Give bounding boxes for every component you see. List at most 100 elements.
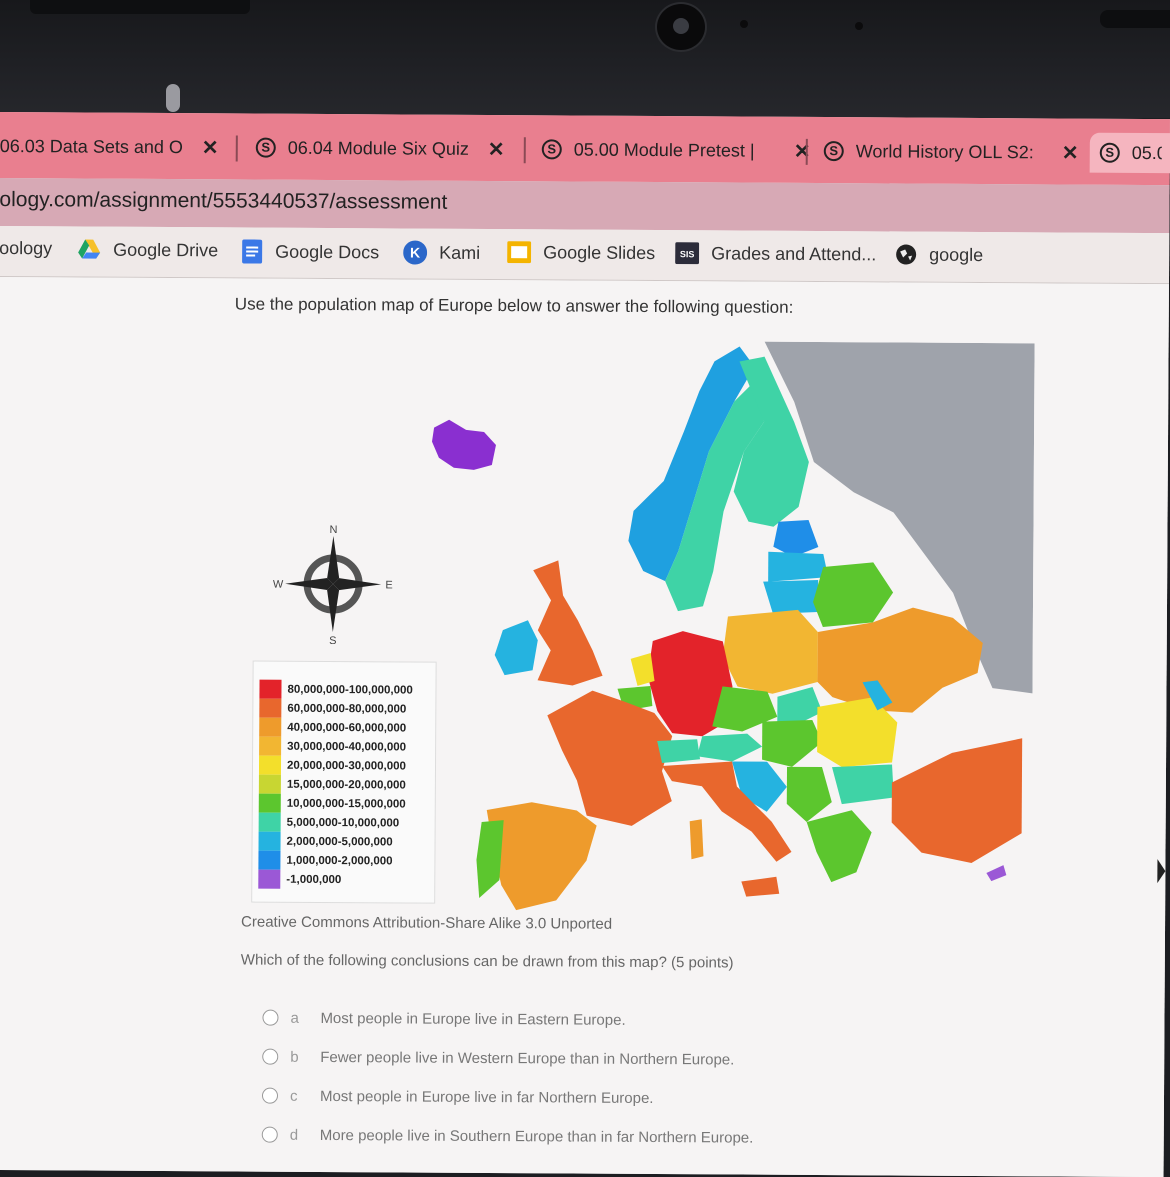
bookmark-grades[interactable]: SIS Grades and Attend... xyxy=(675,242,876,265)
legend-label: 40,000,000-60,000,000 xyxy=(287,721,407,734)
tab-label: 05.0 xyxy=(1131,142,1162,163)
sicily-region xyxy=(741,876,780,897)
schoology-icon: S xyxy=(541,139,562,160)
bookmark-label: Grades and Attend... xyxy=(711,242,877,264)
tab-label: 05.00 Module Pretest | xyxy=(573,139,755,161)
legend-row: 10,000,000-15,000,000 xyxy=(258,793,406,814)
answer-option-b[interactable]: b Fewer people live in Western Europe th… xyxy=(262,1046,734,1071)
schoology-icon: S xyxy=(823,141,844,162)
tab-label: World History OLL S2: xyxy=(855,140,1034,162)
legend-row: 40,000,000-60,000,000 xyxy=(259,717,407,738)
google-docs-icon xyxy=(242,239,263,264)
webcam xyxy=(655,2,707,52)
spain-region xyxy=(486,802,597,911)
schoology-icon: S xyxy=(1099,142,1120,163)
tab-module-six-quiz[interactable]: S 06.04 Module Six Quiz ✕ xyxy=(255,128,505,170)
legend-label: 80,000,000-100,000,000 xyxy=(287,683,413,697)
google-drive-icon xyxy=(78,239,101,259)
bezel-strip xyxy=(30,0,250,14)
bookmark-label: Kami xyxy=(439,242,481,263)
tab-module-pretest[interactable]: S 05.00 Module Pretest | ✕ xyxy=(541,129,811,171)
europe-population-map: N S E W 80,000,000-100,000,000 60,000,000… xyxy=(231,338,1035,923)
url-text[interactable]: ology.com/assignment/5553440537/assessme… xyxy=(0,188,447,215)
austria-region xyxy=(697,733,763,762)
image-credit: Creative Commons Attribution-Share Alike… xyxy=(241,913,613,933)
legend-row: 15,000,000-20,000,000 xyxy=(258,774,406,795)
uk-region xyxy=(533,560,603,686)
compass-north-label: N xyxy=(329,524,337,536)
tab-active[interactable]: S 05.0 xyxy=(1089,132,1170,174)
sensor-dot xyxy=(740,20,748,28)
option-text: Fewer people live in Western Europe than… xyxy=(320,1048,735,1069)
close-icon[interactable]: ✕ xyxy=(794,138,811,163)
greece-region xyxy=(806,810,872,883)
option-text: Most people in Europe live in Eastern Eu… xyxy=(320,1009,626,1029)
kami-icon: K xyxy=(403,240,428,265)
compass-south-label: S xyxy=(329,635,336,644)
lithuania-region xyxy=(763,580,819,614)
bookmark-google-drive[interactable]: Google Drive xyxy=(77,238,218,261)
answer-option-a[interactable]: a Most people in Europe live in Eastern … xyxy=(262,1007,626,1031)
legend-row: 1,000,000-2,000,000 xyxy=(258,850,393,871)
legend-swatch xyxy=(258,850,281,870)
legend-label: -1,000,000 xyxy=(286,873,342,886)
tab-data-sets[interactable]: 06.03 Data Sets and O ✕ xyxy=(0,126,219,167)
turkey-region xyxy=(891,738,1023,863)
switzerland-region xyxy=(657,739,701,764)
bookmark-google-docs[interactable]: Google Docs xyxy=(241,239,379,264)
compass-rose-icon: N S E W xyxy=(273,524,393,644)
tab-separator xyxy=(805,138,808,165)
portugal-region xyxy=(476,820,504,898)
bookmark-google-slides[interactable]: Google Slides xyxy=(507,241,655,264)
tab-label: 06.03 Data Sets and O xyxy=(0,135,183,157)
laptop-bezel xyxy=(0,0,1170,118)
bookmark-kami[interactable]: K Kami xyxy=(403,240,481,265)
netherlands-region xyxy=(630,652,655,686)
option-letter: c xyxy=(289,1087,298,1105)
hungary-region xyxy=(762,719,823,767)
bookmark-label: google xyxy=(929,244,984,265)
close-icon[interactable]: ✕ xyxy=(1062,140,1079,165)
tab-world-history[interactable]: S World History OLL S2: ✕ xyxy=(823,131,1079,173)
answer-option-d[interactable]: d More people live in Southern Europe th… xyxy=(261,1124,754,1149)
hinge-marker xyxy=(166,84,180,112)
belarus-region xyxy=(813,562,894,628)
option-letter: d xyxy=(289,1126,299,1144)
compass-west-label: W xyxy=(273,579,284,591)
radio-button[interactable] xyxy=(261,1087,279,1104)
legend-row: 2,000,000-5,000,000 xyxy=(258,831,393,852)
assessment-content: Use the population map of Europe below t… xyxy=(0,276,1169,1177)
estonia-region xyxy=(773,519,819,557)
answer-option-c[interactable]: c Most people in Europe live in far Nort… xyxy=(261,1085,654,1109)
poland-region xyxy=(722,609,818,694)
bookmarks-bar: oology Google Drive Google Docs K Kami G… xyxy=(0,225,1170,285)
bezel-strip-right xyxy=(1100,10,1170,28)
bookmark-label: Google Slides xyxy=(543,241,656,263)
legend-label: 1,000,000-2,000,000 xyxy=(286,854,393,867)
close-icon[interactable]: ✕ xyxy=(488,136,505,161)
legend-row: 30,000,000-40,000,000 xyxy=(259,736,406,757)
bookmark-label: Google Docs xyxy=(275,241,380,262)
schoology-icon: S xyxy=(255,137,276,158)
bookmark-label: Google Drive xyxy=(113,239,219,260)
legend-swatch xyxy=(259,717,282,737)
radio-button[interactable] xyxy=(261,1126,278,1143)
bookmark-google[interactable]: google xyxy=(895,243,983,266)
legend-label: 2,000,000-5,000,000 xyxy=(286,835,393,848)
legend-row: 60,000,000-80,000,000 xyxy=(259,698,406,719)
legend-swatch xyxy=(259,736,282,756)
legend-row: 5,000,000-10,000,000 xyxy=(258,812,400,833)
tab-separator xyxy=(523,137,526,164)
legend-swatch xyxy=(259,698,282,718)
latvia-region xyxy=(768,551,829,582)
bookmark-schoology[interactable]: oology xyxy=(0,238,52,259)
radio-button[interactable] xyxy=(262,1048,279,1065)
legend-label: 10,000,000-15,000,000 xyxy=(286,797,406,810)
radio-button[interactable] xyxy=(262,1009,279,1026)
option-text: Most people in Europe live in far Northe… xyxy=(319,1087,654,1107)
close-icon[interactable]: ✕ xyxy=(202,135,219,160)
address-bar[interactable]: ology.com/assignment/5553440537/assessme… xyxy=(0,177,1170,234)
legend-row: 20,000,000-30,000,000 xyxy=(258,755,406,776)
legend-swatch xyxy=(258,869,281,889)
legend-swatch xyxy=(258,812,281,832)
